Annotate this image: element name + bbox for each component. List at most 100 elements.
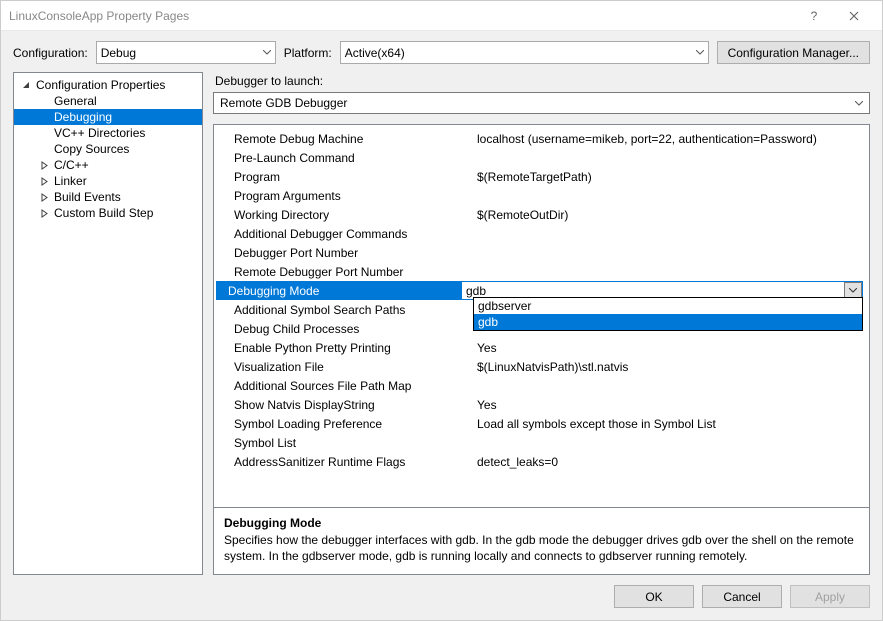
expand-icon[interactable] bbox=[40, 193, 50, 202]
prop-label: Visualization File bbox=[228, 360, 473, 374]
configuration-manager-button[interactable]: Configuration Manager... bbox=[717, 41, 870, 64]
tree-root-label: Configuration Properties bbox=[36, 78, 165, 92]
prop-label: Additional Sources File Path Map bbox=[228, 379, 473, 393]
tree-item-c-cpp[interactable]: C/C++ bbox=[14, 157, 202, 173]
tree-item-label: General bbox=[54, 94, 97, 108]
property-grid[interactable]: Remote Debug Machinelocalhost (username=… bbox=[214, 125, 869, 507]
configuration-label: Configuration: bbox=[13, 46, 88, 60]
tree-item-build-events[interactable]: Build Events bbox=[14, 189, 202, 205]
prop-label: Program bbox=[228, 170, 473, 184]
configuration-value: Debug bbox=[101, 46, 136, 60]
tree-item-label: VC++ Directories bbox=[54, 126, 145, 140]
prop-row-show-natvis-displaystring[interactable]: Show Natvis DisplayStringYes bbox=[214, 395, 869, 414]
tree-item-vcpp-directories[interactable]: VC++ Directories bbox=[14, 125, 202, 141]
titlebar: LinuxConsoleApp Property Pages ? bbox=[1, 1, 882, 31]
tree-item-label: Linker bbox=[54, 174, 87, 188]
prop-label: Remote Debugger Port Number bbox=[228, 265, 473, 279]
prop-row-enable-python-pretty-printing[interactable]: Enable Python Pretty PrintingYes bbox=[214, 338, 869, 357]
prop-label: Debugging Mode bbox=[216, 281, 461, 300]
tree-item-label: Build Events bbox=[54, 190, 121, 204]
prop-label: Symbol Loading Preference bbox=[228, 417, 473, 431]
ok-button[interactable]: OK bbox=[614, 585, 694, 608]
tree-item-custom-build-step[interactable]: Custom Build Step bbox=[14, 205, 202, 221]
prop-value: gdb bbox=[466, 284, 486, 298]
dropdown-option-label: gdb bbox=[478, 315, 498, 329]
close-icon bbox=[849, 11, 859, 21]
dropdown-option-label: gdbserver bbox=[478, 299, 531, 313]
prop-value: $(RemoteOutDir) bbox=[473, 208, 863, 222]
prop-label: Working Directory bbox=[228, 208, 473, 222]
prop-label: Show Natvis DisplayString bbox=[228, 398, 473, 412]
tree-item-general[interactable]: General bbox=[14, 93, 202, 109]
prop-value: Yes bbox=[473, 398, 863, 412]
expand-icon[interactable] bbox=[40, 177, 50, 186]
prop-label: Enable Python Pretty Printing bbox=[228, 341, 473, 355]
tree-item-label: Debugging bbox=[54, 110, 112, 124]
config-tree[interactable]: Configuration Properties General Debuggi… bbox=[13, 72, 203, 575]
collapse-icon[interactable] bbox=[22, 81, 32, 90]
prop-label: Pre-Launch Command bbox=[228, 151, 473, 165]
prop-row-program-arguments[interactable]: Program Arguments bbox=[214, 186, 869, 205]
prop-label: Remote Debug Machine bbox=[228, 132, 473, 146]
config-bar: Configuration: Debug Platform: Active(x6… bbox=[1, 31, 882, 72]
close-button[interactable] bbox=[834, 3, 874, 29]
debugging-mode-dropdown[interactable]: gdbserver gdb bbox=[473, 297, 863, 331]
prop-row-additional-debugger-commands[interactable]: Additional Debugger Commands bbox=[214, 224, 869, 243]
prop-label: Additional Debugger Commands bbox=[228, 227, 473, 241]
platform-value: Active(x64) bbox=[345, 46, 405, 60]
help-button[interactable]: ? bbox=[794, 3, 834, 29]
tree-root[interactable]: Configuration Properties bbox=[14, 77, 202, 93]
prop-row-additional-sources-file-path-map[interactable]: Additional Sources File Path Map bbox=[214, 376, 869, 395]
prop-row-debugger-port-number[interactable]: Debugger Port Number bbox=[214, 243, 869, 262]
dialog-footer: OK Cancel Apply bbox=[1, 575, 882, 620]
apply-button[interactable]: Apply bbox=[790, 585, 870, 608]
description-text: Specifies how the debugger interfaces wi… bbox=[224, 532, 859, 564]
prop-row-remote-debug-machine[interactable]: Remote Debug Machinelocalhost (username=… bbox=[214, 129, 869, 148]
expand-icon[interactable] bbox=[40, 209, 50, 218]
chevron-down-icon bbox=[849, 288, 857, 293]
cancel-label: Cancel bbox=[723, 590, 760, 604]
tree-item-copy-sources[interactable]: Copy Sources bbox=[14, 141, 202, 157]
prop-row-visualization-file[interactable]: Visualization File$(LinuxNatvisPath)\stl… bbox=[214, 357, 869, 376]
debugger-to-launch-value: Remote GDB Debugger bbox=[220, 96, 347, 110]
prop-value: $(RemoteTargetPath) bbox=[473, 170, 863, 184]
debugger-to-launch-label: Debugger to launch: bbox=[213, 72, 870, 92]
cancel-button[interactable]: Cancel bbox=[702, 585, 782, 608]
prop-label: Symbol List bbox=[228, 436, 473, 450]
prop-row-remote-debugger-port-number[interactable]: Remote Debugger Port Number bbox=[214, 262, 869, 281]
property-description: Debugging Mode Specifies how the debugge… bbox=[214, 507, 869, 574]
prop-row-pre-launch-command[interactable]: Pre-Launch Command bbox=[214, 148, 869, 167]
prop-label: Debug Child Processes bbox=[228, 322, 473, 336]
right-pane: Debugger to launch: Remote GDB Debugger … bbox=[213, 72, 870, 575]
configuration-manager-label: Configuration Manager... bbox=[728, 46, 859, 60]
dialog-body: Configuration Properties General Debuggi… bbox=[1, 72, 882, 575]
configuration-select[interactable]: Debug bbox=[96, 41, 276, 64]
property-grid-container: Remote Debug Machinelocalhost (username=… bbox=[213, 124, 870, 575]
prop-row-program[interactable]: Program$(RemoteTargetPath) bbox=[214, 167, 869, 186]
prop-label: Debugger Port Number bbox=[228, 246, 473, 260]
prop-row-symbol-list[interactable]: Symbol List bbox=[214, 433, 869, 452]
platform-label: Platform: bbox=[284, 46, 332, 60]
dropdown-option-gdb[interactable]: gdb bbox=[474, 314, 862, 330]
prop-row-symbol-loading-preference[interactable]: Symbol Loading PreferenceLoad all symbol… bbox=[214, 414, 869, 433]
prop-value: Yes bbox=[473, 341, 863, 355]
tree-item-debugging[interactable]: Debugging bbox=[14, 109, 202, 125]
debugger-to-launch-select[interactable]: Remote GDB Debugger bbox=[213, 92, 870, 114]
prop-value: localhost (username=mikeb, port=22, auth… bbox=[473, 132, 863, 146]
expand-icon[interactable] bbox=[40, 161, 50, 170]
prop-row-working-directory[interactable]: Working Directory$(RemoteOutDir) bbox=[214, 205, 869, 224]
chevron-down-icon bbox=[696, 50, 704, 55]
window-title: LinuxConsoleApp Property Pages bbox=[9, 9, 794, 23]
chevron-down-icon bbox=[263, 50, 271, 55]
prop-label: Additional Symbol Search Paths bbox=[228, 303, 473, 317]
prop-value: Load all symbols except those in Symbol … bbox=[473, 417, 863, 431]
dropdown-option-gdbserver[interactable]: gdbserver bbox=[474, 298, 862, 314]
description-title: Debugging Mode bbox=[224, 516, 859, 530]
tree-item-label: Copy Sources bbox=[54, 142, 129, 156]
tree-item-linker[interactable]: Linker bbox=[14, 173, 202, 189]
prop-label: AddressSanitizer Runtime Flags bbox=[228, 455, 473, 469]
prop-row-asan-runtime-flags[interactable]: AddressSanitizer Runtime Flagsdetect_lea… bbox=[214, 452, 869, 471]
prop-value: $(LinuxNatvisPath)\stl.natvis bbox=[473, 360, 863, 374]
apply-label: Apply bbox=[815, 590, 845, 604]
platform-select[interactable]: Active(x64) bbox=[340, 41, 709, 64]
